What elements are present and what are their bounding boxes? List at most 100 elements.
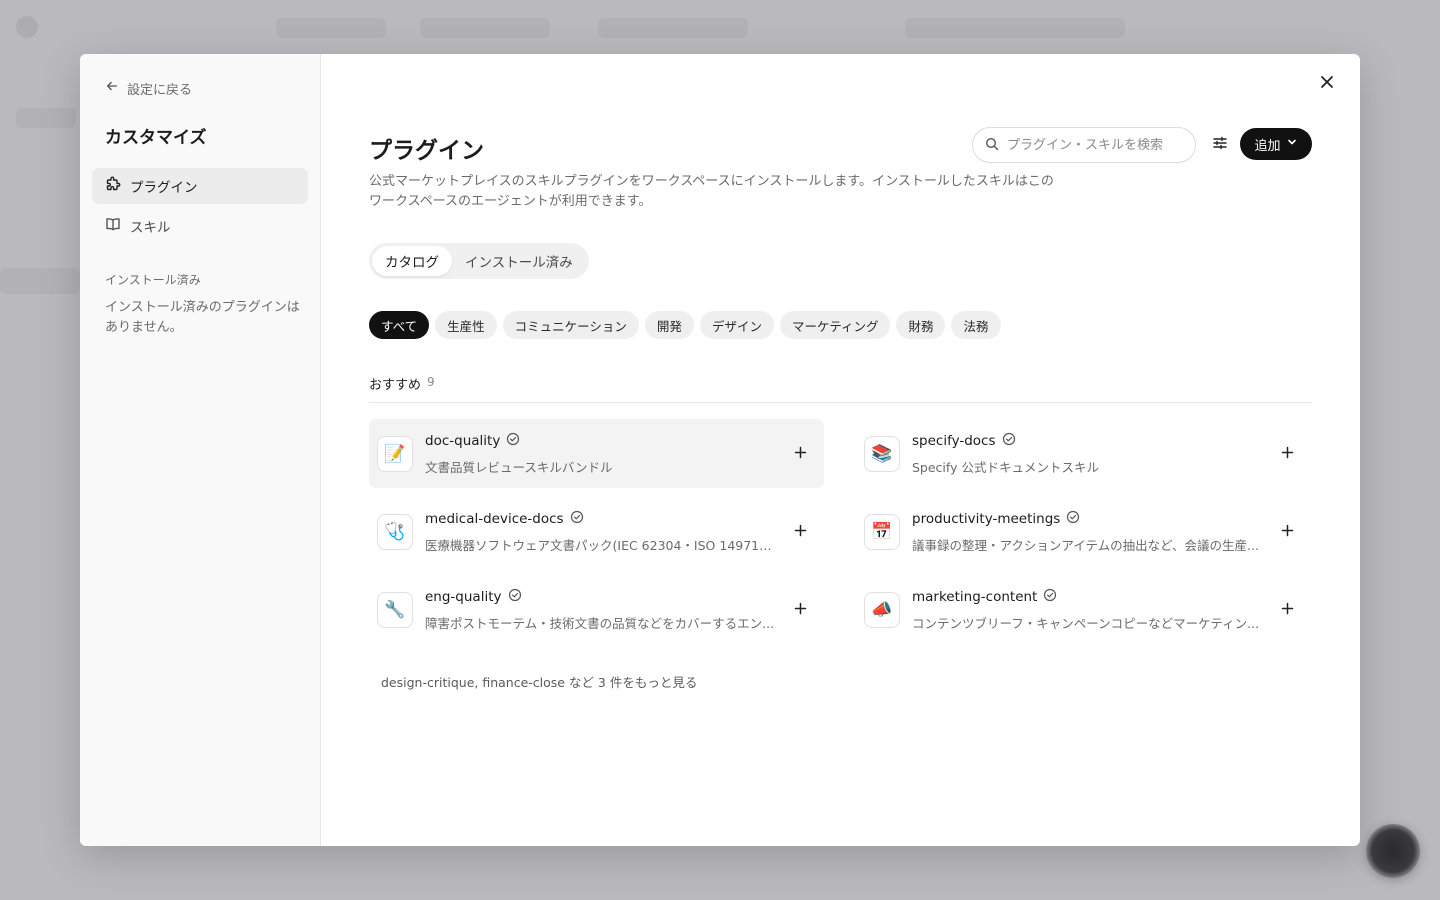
tab-catalog[interactable]: カタログ [372, 246, 452, 276]
plugin-name-row: eng-quality [425, 587, 775, 606]
plugin-name: marketing-content [912, 588, 1038, 605]
plugin-card-body: doc-quality 文書品質レビュースキルバンドル [425, 431, 775, 476]
books-icon: 📚 [864, 435, 900, 472]
plugin-name-row: productivity-meetings [912, 509, 1262, 528]
verified-icon [506, 431, 520, 450]
plus-icon [1281, 522, 1294, 541]
chevron-down-icon [1286, 136, 1298, 152]
verified-icon [570, 509, 584, 528]
verified-icon [508, 587, 522, 606]
sidebar-item-skills[interactable]: スキル [92, 208, 308, 244]
plugins-main: プラグイン 追加 公式マーケットプレイスのスキルプラグインをワークスペースにイン… [321, 54, 1360, 846]
plugin-description: Specify 公式ドキュメントスキル [912, 460, 1099, 475]
plugin-name-row: doc-quality [425, 431, 775, 450]
plus-icon [794, 444, 807, 463]
plugin-description: 医療機器ソフトウェア文書パック(IEC 62304・ISO 14971) ... [425, 538, 775, 553]
close-icon [1320, 74, 1334, 93]
sidebar-item-label: スキル [130, 220, 171, 236]
plugin-description: 文書品質レビュースキルバンドル [425, 460, 613, 475]
verified-icon [1066, 509, 1080, 528]
page-title: プラグイン [369, 138, 484, 164]
sidebar-item-label: プラグイン [130, 180, 198, 196]
page-description: 公式マーケットプレイスのスキルプラグインをワークスペースにインストールします。イ… [369, 174, 1054, 209]
settings-sidebar: 設定に戻る カスタマイズ プラグイン スキル インストール済み インストール済み… [80, 54, 321, 846]
plugin-name-row: specify-docs [912, 431, 1262, 450]
install-plugin-button[interactable] [1277, 599, 1297, 619]
book-icon [105, 216, 121, 236]
plus-icon [794, 600, 807, 619]
category-filters: すべて 生産性 コミュニケーション 開発 デザイン マーケティング 財務 法務 [369, 311, 1001, 339]
plugin-name: medical-device-docs [425, 510, 564, 527]
plugin-name: specify-docs [912, 432, 996, 449]
section-count: 9 [427, 375, 435, 389]
verified-icon [1002, 431, 1016, 450]
category-chip-productivity[interactable]: 生産性 [435, 311, 497, 339]
sidebar-title: カスタマイズ [105, 128, 207, 148]
tab-installed[interactable]: インストール済み [452, 246, 586, 276]
plugin-card-body: specify-docs Specify 公式ドキュメントスキル [912, 431, 1262, 476]
stethoscope-icon: 🩺 [377, 513, 413, 550]
plugin-card-body: productivity-meetings 議事録の整理・アクションアイテムの抽… [912, 509, 1262, 554]
plus-icon [1281, 444, 1294, 463]
view-tabs: カタログ インストール済み [369, 243, 589, 279]
megaphone-icon: 📣 [864, 591, 900, 628]
wrench-icon: 🔧 [377, 591, 413, 628]
category-chip-all[interactable]: すべて [369, 311, 430, 339]
sliders-icon [1212, 135, 1228, 155]
section-title: おすすめ [369, 378, 422, 393]
plugin-card-medical-device-docs[interactable]: 🩺 medical-device-docs 医療機器ソフトウェア文書パック(IE… [369, 497, 824, 566]
plus-icon [794, 522, 807, 541]
plugin-card-specify-docs[interactable]: 📚 specify-docs Specify 公式ドキュメントスキル [856, 419, 1311, 488]
assistant-orb-button[interactable] [1366, 824, 1420, 878]
search-icon [985, 136, 999, 155]
plugin-name-row: marketing-content [912, 587, 1262, 606]
plugin-grid: 📝 doc-quality 文書品質レビュースキルバンドル 📚 specify-… [369, 419, 1311, 644]
plugin-description: コンテンツブリーフ・キャンペーンコピーなどマーケティン... [912, 616, 1260, 631]
memo-icon: 📝 [377, 435, 413, 472]
category-chip-legal[interactable]: 法務 [951, 311, 1001, 339]
plugin-description: 議事録の整理・アクションアイテムの抽出など、会議の生産... [912, 538, 1259, 553]
verified-icon [1043, 587, 1057, 606]
plugin-card-eng-quality[interactable]: 🔧 eng-quality 障害ポストモーテム・技術文書の品質などをカバーするエ… [369, 575, 824, 644]
add-button[interactable]: 追加 [1240, 128, 1312, 160]
plugin-card-body: marketing-content コンテンツブリーフ・キャンペーンコピーなどマ… [912, 587, 1262, 632]
arrow-left-icon [105, 79, 119, 97]
recommended-section-header: おすすめ 9 [369, 374, 1312, 403]
plugin-card-productivity-meetings[interactable]: 📅 productivity-meetings 議事録の整理・アクションアイテム… [856, 497, 1311, 566]
plugin-name: doc-quality [425, 432, 501, 449]
category-chip-finance[interactable]: 財務 [896, 311, 946, 339]
plugin-card-doc-quality[interactable]: 📝 doc-quality 文書品質レビュースキルバンドル [369, 419, 824, 488]
back-to-settings-link[interactable]: 設定に戻る [92, 78, 308, 98]
install-plugin-button[interactable] [790, 599, 810, 619]
plugin-name-row: medical-device-docs [425, 509, 775, 528]
customize-dialog: 設定に戻る カスタマイズ プラグイン スキル インストール済み インストール済み… [80, 54, 1360, 846]
puzzle-icon [105, 176, 121, 196]
sidebar-item-plugins[interactable]: プラグイン [92, 168, 308, 204]
back-link-label: 設定に戻る [127, 82, 193, 98]
plugin-card-body: eng-quality 障害ポストモーテム・技術文書の品質などをカバーするエン.… [425, 587, 775, 632]
category-chip-marketing[interactable]: マーケティング [779, 311, 891, 339]
plugin-name: eng-quality [425, 588, 502, 605]
plugin-card-marketing-content[interactable]: 📣 marketing-content コンテンツブリーフ・キャンペーンコピーな… [856, 575, 1311, 644]
install-plugin-button[interactable] [1277, 521, 1297, 541]
install-plugin-button[interactable] [790, 443, 810, 463]
calendar-icon: 📅 [864, 513, 900, 550]
category-chip-development[interactable]: 開発 [644, 311, 694, 339]
plugin-description: 障害ポストモーテム・技術文書の品質などをカバーするエン... [425, 616, 775, 631]
page-header: プラグイン 追加 [369, 127, 1312, 167]
show-more-link[interactable]: design-critique, finance-close など 3 件をもっ… [381, 672, 697, 691]
filter-button[interactable] [1210, 135, 1230, 155]
installed-section-title: インストール済み [105, 273, 201, 287]
category-chip-communication[interactable]: コミュニケーション [502, 311, 639, 339]
search-input[interactable] [1007, 137, 1183, 153]
close-button[interactable] [1316, 72, 1338, 94]
plugin-card-body: medical-device-docs 医療機器ソフトウェア文書パック(IEC … [425, 509, 775, 554]
install-plugin-button[interactable] [790, 521, 810, 541]
search-box[interactable] [972, 127, 1196, 163]
plugin-name: productivity-meetings [912, 510, 1061, 527]
plus-icon [1281, 600, 1294, 619]
add-button-label: 追加 [1254, 138, 1281, 154]
category-chip-design[interactable]: デザイン [699, 311, 774, 339]
installed-empty-text: インストール済みのプラグインはありません。 [105, 300, 300, 335]
install-plugin-button[interactable] [1277, 443, 1297, 463]
